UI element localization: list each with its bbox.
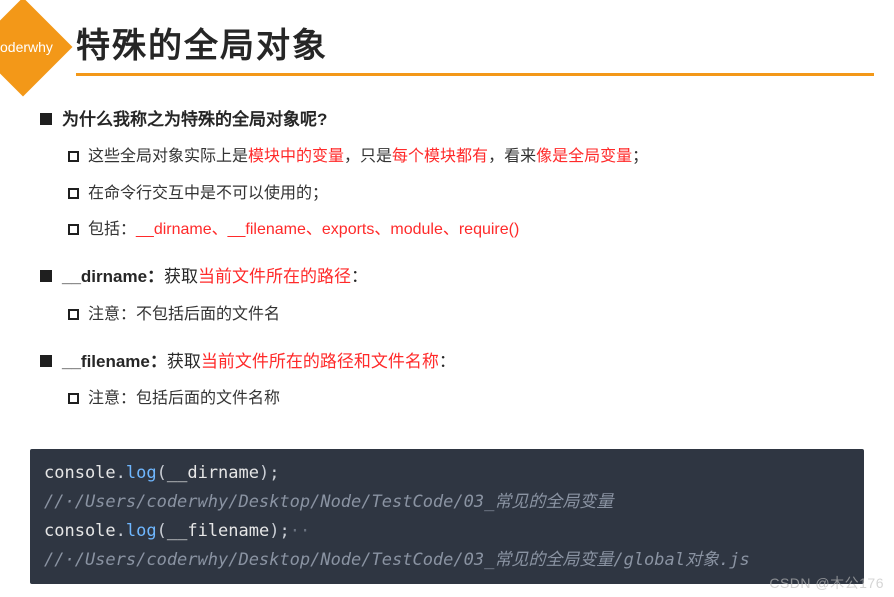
slide-title: 特殊的全局对象 (76, 18, 874, 73)
bullet-level-1: __dirname：获取当前文件所在的路径： (40, 261, 864, 293)
bullet-1-text: __dirname：获取当前文件所在的路径： (62, 261, 368, 293)
square-bullet-icon (40, 355, 52, 367)
code-line: console.log(__filename);·· (44, 517, 850, 546)
bullet-2-text: 这些全局对象实际上是模块中的变量，只是每个模块都有，看来像是全局变量； (88, 142, 648, 172)
bullet-2-text: 注意：包括后面的文件名称 (88, 384, 280, 414)
bullet-1-text: 为什么我称之为特殊的全局对象呢? (62, 104, 327, 136)
square-bullet-icon (40, 113, 52, 125)
bullet-2-text: 包括：__dirname、__filename、exports、module、r… (88, 215, 519, 245)
slide-header: coderwhy 特殊的全局对象 (0, 0, 894, 82)
hollow-square-bullet-icon (68, 393, 79, 404)
brand-text: coderwhy (0, 39, 53, 55)
bullet-level-1: 为什么我称之为特殊的全局对象呢? (40, 104, 864, 136)
watermark: CSDN @木公176 (769, 573, 884, 593)
hollow-square-bullet-icon (68, 224, 79, 235)
bullet-level-2: 注意：包括后面的文件名称 (68, 384, 864, 414)
hollow-square-bullet-icon (68, 151, 79, 162)
bullet-2-text: 在命令行交互中是不可以使用的； (88, 179, 328, 209)
hollow-square-bullet-icon (68, 188, 79, 199)
bullet-level-2: 注意：不包括后面的文件名 (68, 300, 864, 330)
title-underline (76, 73, 874, 76)
bullet-1-text: __filename：获取当前文件所在的路径和文件名称： (62, 346, 456, 378)
bullet-2-text: 注意：不包括后面的文件名 (88, 300, 280, 330)
square-bullet-icon (40, 270, 52, 282)
content-area: 为什么我称之为特殊的全局对象呢? 这些全局对象实际上是模块中的变量，只是每个模块都… (0, 82, 894, 431)
hollow-square-bullet-icon (68, 309, 79, 320)
bullet-level-2: 这些全局对象实际上是模块中的变量，只是每个模块都有，看来像是全局变量； (68, 142, 864, 172)
code-line: console.log(__dirname); (44, 459, 850, 488)
code-block: console.log(__dirname);//·/Users/coderwh… (30, 449, 864, 585)
bullet-level-2: 在命令行交互中是不可以使用的； (68, 179, 864, 209)
bullet-level-1: __filename：获取当前文件所在的路径和文件名称： (40, 346, 864, 378)
bullet-level-2: 包括：__dirname、__filename、exports、module、r… (68, 215, 864, 245)
code-comment: //·/Users/coderwhy/Desktop/Node/TestCode… (44, 546, 850, 575)
title-wrap: 特殊的全局对象 (76, 18, 894, 76)
code-comment: //·/Users/coderwhy/Desktop/Node/TestCode… (44, 488, 850, 517)
